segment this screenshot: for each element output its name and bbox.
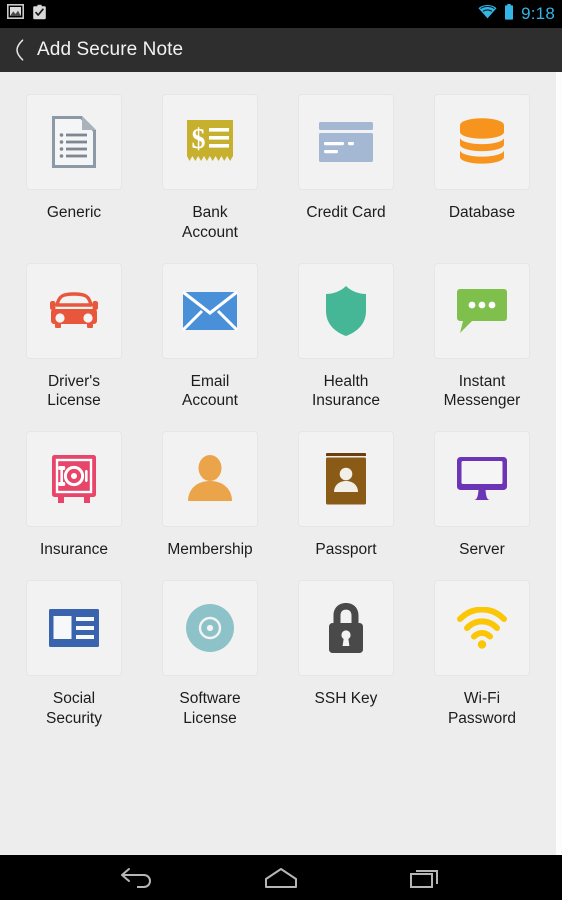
- note-type-drivers-license[interactable]: Driver's License: [6, 255, 142, 424]
- credit-card-icon: [319, 122, 373, 162]
- note-type-label: Credit Card: [306, 204, 386, 221]
- note-type-tile[interactable]: [26, 94, 122, 190]
- note-type-health-insurance[interactable]: Health Insurance: [278, 255, 414, 424]
- note-type-generic[interactable]: Generic: [6, 86, 142, 255]
- note-type-tile[interactable]: [298, 580, 394, 677]
- note-type-wifi-password[interactable]: Wi-Fi Password: [414, 572, 550, 741]
- note-type-tile[interactable]: [298, 431, 394, 528]
- note-type-tile[interactable]: [434, 431, 530, 528]
- receipt-dollar-icon: $: [187, 120, 233, 161]
- person-icon: [188, 455, 232, 502]
- screenshot-image-icon: [7, 4, 24, 24]
- note-type-tile[interactable]: [162, 580, 258, 677]
- document-icon: [52, 116, 96, 168]
- note-type-tile[interactable]: [434, 580, 530, 677]
- padlock-icon: [329, 603, 363, 654]
- note-type-label: Email Account: [181, 372, 238, 410]
- recents-icon: [410, 869, 438, 888]
- note-type-passport[interactable]: Passport: [278, 423, 414, 572]
- note-type-grid: Generic $ Bank Account Credit Card Datab…: [0, 72, 556, 741]
- note-type-credit-card[interactable]: Credit Card: [278, 86, 414, 255]
- page-title: Add Secure Note: [37, 39, 184, 60]
- svg-text:$: $: [192, 124, 206, 155]
- car-icon: [50, 291, 98, 328]
- chat-bubble-icon: [457, 288, 507, 333]
- note-type-label: Database: [448, 204, 516, 221]
- note-type-tile[interactable]: [162, 262, 258, 359]
- note-type-label: SSH Key: [314, 690, 378, 708]
- envelope-icon: [182, 290, 238, 331]
- note-type-label: Social Security: [46, 690, 102, 727]
- recents-nav-button[interactable]: [397, 859, 453, 897]
- note-type-tile[interactable]: [298, 262, 394, 359]
- note-type-tile[interactable]: [298, 94, 394, 190]
- wifi-signal-icon: [457, 607, 507, 649]
- back-arrow-icon: [121, 867, 151, 888]
- id-card-icon: [49, 609, 99, 648]
- safe-icon: [52, 455, 96, 504]
- note-type-label: Bank Account: [181, 204, 238, 241]
- note-type-tile[interactable]: [26, 580, 122, 677]
- note-type-label: Driver's License: [47, 372, 101, 410]
- note-type-label: Wi-Fi Password: [447, 690, 517, 727]
- note-type-label: Instant Messenger: [443, 372, 521, 410]
- note-type-database[interactable]: Database: [414, 86, 550, 255]
- note-type-tile[interactable]: [434, 94, 530, 190]
- status-bar-left-icons: [7, 4, 47, 25]
- wifi-icon: [478, 4, 497, 24]
- note-type-social-security[interactable]: Social Security: [6, 572, 142, 741]
- note-type-ssh-key[interactable]: SSH Key: [278, 572, 414, 741]
- note-type-label: Generic: [46, 204, 102, 221]
- status-bar: 9:18: [0, 0, 562, 28]
- note-type-server[interactable]: Server: [414, 423, 550, 572]
- note-type-chooser: Generic $ Bank Account Credit Card Datab…: [0, 72, 562, 855]
- app-screen: 9:18 Add Secure Note Generic $ Bank Acco…: [0, 0, 562, 900]
- back-chevron-icon[interactable]: [9, 35, 29, 65]
- shield-icon: [326, 285, 366, 336]
- note-type-bank-account[interactable]: $ Bank Account: [142, 86, 278, 255]
- home-nav-button[interactable]: [253, 859, 309, 897]
- note-type-tile[interactable]: [26, 431, 122, 528]
- note-type-software-license[interactable]: Software License: [142, 572, 278, 741]
- note-type-insurance[interactable]: Insurance: [6, 423, 142, 572]
- note-type-label: Software License: [179, 690, 241, 727]
- note-type-tile[interactable]: [162, 431, 258, 528]
- disc-icon: [186, 604, 234, 653]
- note-type-label: Insurance: [39, 541, 109, 559]
- database-icon: [460, 118, 504, 164]
- note-type-label: Passport: [315, 541, 377, 559]
- note-type-email-account[interactable]: Email Account: [142, 255, 278, 424]
- battery-icon: [504, 3, 514, 25]
- note-type-tile[interactable]: $: [162, 94, 258, 190]
- home-icon: [265, 867, 297, 888]
- system-navigation-bar: [0, 855, 562, 900]
- note-type-label: Health Insurance: [311, 372, 381, 410]
- back-nav-button[interactable]: [109, 859, 165, 897]
- app-install-clipboard-icon: [32, 4, 47, 25]
- status-bar-clock: 9:18: [521, 4, 555, 23]
- monitor-icon: [457, 457, 507, 501]
- note-type-membership[interactable]: Membership: [142, 423, 278, 572]
- note-type-label: Membership: [167, 541, 253, 559]
- note-type-tile[interactable]: [26, 262, 122, 359]
- note-type-instant-messenger[interactable]: Instant Messenger: [414, 255, 550, 424]
- note-type-label: Server: [459, 541, 505, 559]
- passport-book-icon: [326, 453, 366, 505]
- status-bar-right-icons: 9:18: [478, 3, 555, 25]
- note-type-tile[interactable]: [434, 262, 530, 359]
- action-bar: Add Secure Note: [0, 28, 562, 72]
